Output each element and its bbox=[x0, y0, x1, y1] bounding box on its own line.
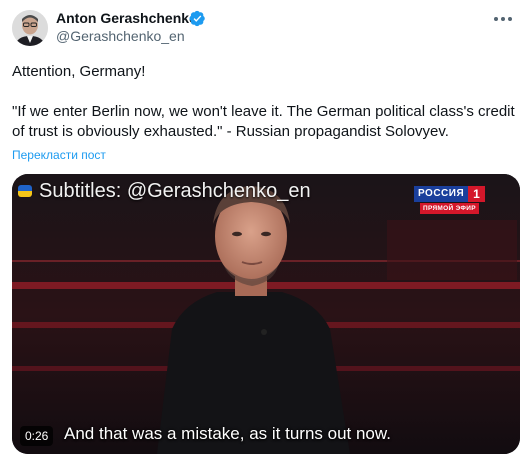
channel-name: РОССИЯ bbox=[414, 186, 469, 202]
video-subtitle: And that was a mistake, as it turns out … bbox=[64, 424, 391, 443]
channel-live-label: ПРЯМОЙ ЭФИР bbox=[420, 203, 479, 214]
verified-badge-icon bbox=[189, 10, 205, 27]
tv-channel-logo: РОССИЯ 1 ПРЯМОЙ ЭФИР bbox=[414, 186, 486, 216]
author-handle[interactable]: @Gerashchenko_en bbox=[56, 28, 185, 44]
more-options-icon bbox=[501, 17, 505, 21]
channel-number: 1 bbox=[468, 186, 485, 202]
author-name[interactable]: Anton Gerashchenko bbox=[56, 10, 198, 26]
more-options-icon bbox=[494, 17, 498, 21]
tweet-text: Attention, Germany! "If we enter Berlin … bbox=[12, 62, 522, 142]
tweet-text-line: "If we enter Berlin now, we won't leave … bbox=[12, 103, 515, 120]
tweet: Anton Gerashchenko @Gerashchenko_en Atte… bbox=[0, 0, 532, 466]
more-options-icon bbox=[508, 17, 512, 21]
ukraine-flag-icon bbox=[18, 185, 32, 197]
video-caption-overlay: Subtitles: @Gerashchenko_en bbox=[39, 180, 311, 202]
tweet-text-line: Attention, Germany! bbox=[12, 63, 146, 80]
video-frame bbox=[12, 174, 520, 454]
tweet-text-line: of trust is obviously exhausted." - Russ… bbox=[12, 123, 449, 140]
translate-post-link[interactable]: Перекласти пост bbox=[12, 148, 106, 162]
video-duration: 0:26 bbox=[20, 426, 54, 446]
more-options-button[interactable] bbox=[488, 6, 518, 32]
avatar[interactable] bbox=[12, 10, 48, 46]
video-player[interactable]: Subtitles: @Gerashchenko_en РОССИЯ 1 ПРЯ… bbox=[12, 174, 520, 454]
